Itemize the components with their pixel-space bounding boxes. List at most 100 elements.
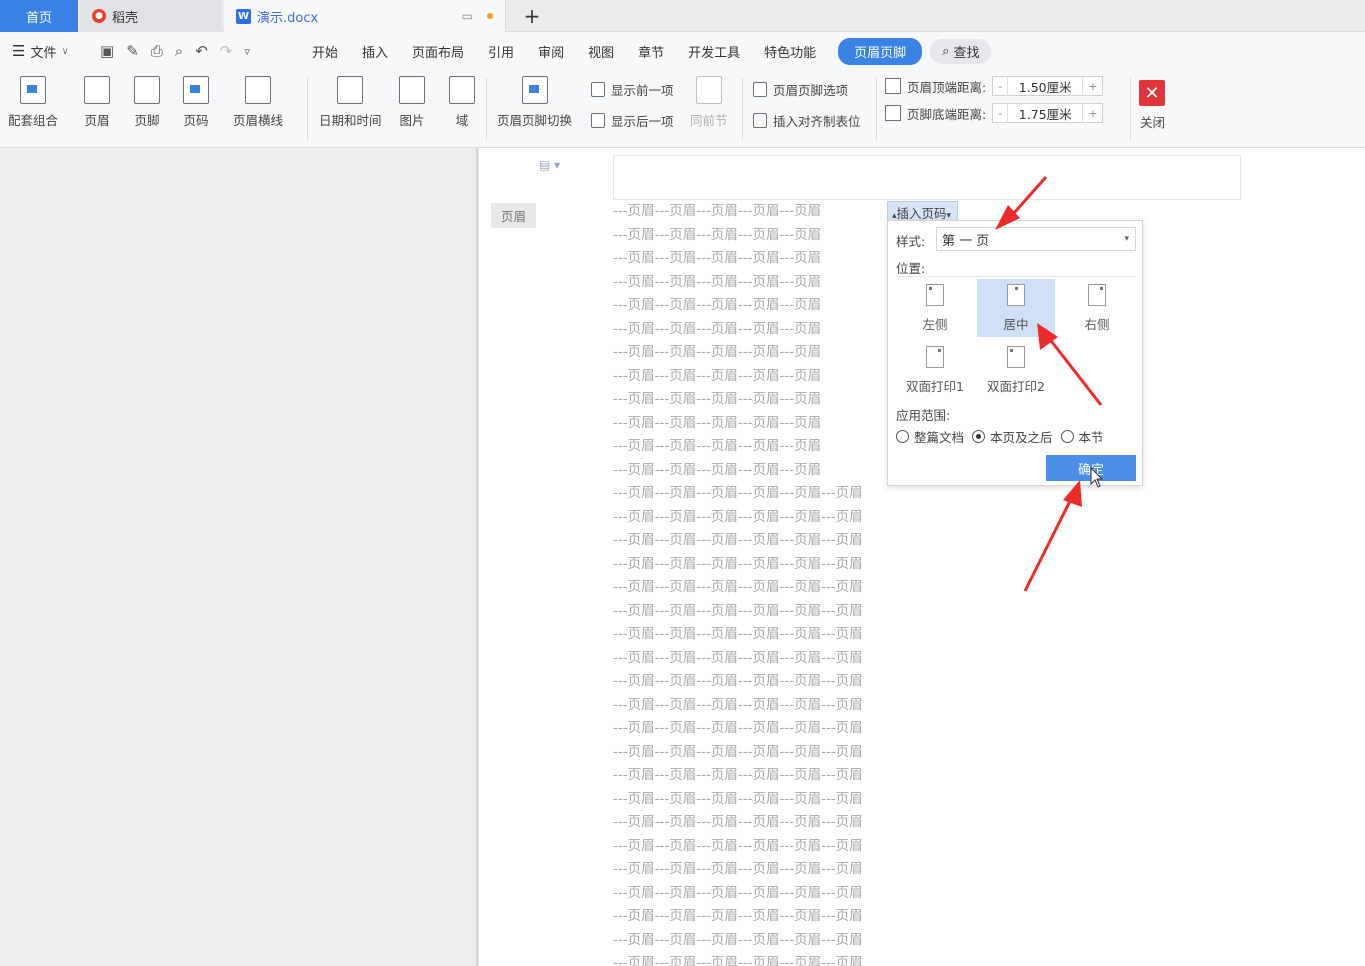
menu-item[interactable]: 审阅	[526, 42, 576, 61]
same-as-previous-button[interactable]: 同前节	[690, 76, 728, 129]
document-line[interactable]: ---页眉---页眉---页眉---页眉---页眉---页眉	[613, 952, 1033, 966]
document-line[interactable]: ---页眉---页眉---页眉---页眉---页眉---页眉	[613, 576, 1033, 600]
document-line[interactable]: ---页眉---页眉---页眉---页眉---页眉---页眉	[613, 694, 1033, 718]
document-line[interactable]: ---页眉---页眉---页眉---页眉---页眉	[613, 294, 886, 318]
matching-combo-icon	[20, 76, 46, 104]
position-duplex2-option[interactable]: 双面打印2	[977, 341, 1055, 399]
save-icon[interactable]: ▣	[100, 42, 114, 60]
field-button[interactable]: 域	[449, 76, 475, 129]
document-line[interactable]: ---页眉---页眉---页眉---页眉---页眉	[613, 318, 886, 342]
document-line[interactable]: ---页眉---页眉---页眉---页眉---页眉---页眉	[613, 553, 1033, 577]
document-line[interactable]: ---页眉---页眉---页眉---页眉---页眉---页眉	[613, 600, 1033, 624]
tab-home[interactable]: 首页	[0, 0, 78, 32]
menu-item[interactable]: 章节	[626, 42, 676, 61]
close-header-footer-button[interactable]: ✕	[1139, 80, 1165, 106]
insert-align-tab-label: 插入对齐制表位	[773, 114, 861, 129]
field-label: 域	[455, 113, 469, 128]
document-line[interactable]: ---页眉---页眉---页眉---页眉---页眉	[613, 412, 886, 436]
footer-distance-icon	[885, 105, 901, 121]
scope-this-page-after-radio[interactable]: 本页及之后	[972, 427, 1053, 446]
document-line[interactable]: ---页眉---页眉---页眉---页眉---页眉---页眉	[613, 647, 1033, 671]
customize-icon[interactable]: ▿	[244, 45, 250, 58]
document-line[interactable]: ---页眉---页眉---页眉---页眉---页眉---页眉	[613, 741, 1033, 765]
tab-daoke[interactable]: ● 稻壳	[80, 0, 222, 32]
insert-align-tab-button[interactable]: 插入对齐制表位	[753, 111, 861, 130]
scope-this-section-radio[interactable]: 本节	[1060, 427, 1104, 446]
document-line[interactable]: ---页眉---页眉---页眉---页眉---页眉	[613, 224, 886, 248]
document-line[interactable]: ---页眉---页眉---页眉---页眉---页眉---页眉	[613, 788, 1033, 812]
page-number-button[interactable]: 页码	[183, 76, 209, 129]
document-line[interactable]: ---页眉---页眉---页眉---页眉---页眉	[613, 365, 886, 389]
document-line[interactable]: ---页眉---页眉---页眉---页眉---页眉---页眉	[613, 882, 1033, 906]
tab-header-footer[interactable]: 页眉页脚	[838, 37, 923, 65]
format-painter-icon[interactable]: ✎	[126, 42, 139, 60]
position-left-option[interactable]: 左侧	[896, 279, 974, 337]
increment-button[interactable]: +	[1083, 107, 1102, 120]
document-line[interactable]: ---页眉---页眉---页眉---页眉---页眉	[613, 200, 886, 224]
menu-item[interactable]: 视图	[576, 42, 626, 61]
increment-button[interactable]: +	[1083, 80, 1102, 93]
menu-item[interactable]: 引用	[476, 42, 526, 61]
footer-bottom-distance-stepper[interactable]: - 1.75厘米 +	[992, 103, 1104, 123]
style-select[interactable]: 第 一 页 ▾	[936, 227, 1136, 251]
picture-button[interactable]: 图片	[399, 76, 425, 129]
document-line[interactable]: ---页眉---页眉---页眉---页眉---页眉---页眉	[613, 905, 1033, 929]
calendar-icon	[337, 76, 364, 104]
decrement-button[interactable]: -	[993, 80, 1007, 93]
document-line[interactable]: ---页眉---页眉---页眉---页眉---页眉---页眉	[613, 835, 1033, 859]
document-line[interactable]: ---页眉---页眉---页眉---页眉---页眉---页眉	[613, 623, 1033, 647]
document-line[interactable]: ---页眉---页眉---页眉---页眉---页眉---页眉	[613, 764, 1033, 788]
show-previous-label: 显示前一项	[611, 83, 674, 98]
date-time-button[interactable]: 日期和时间	[319, 76, 382, 129]
document-line[interactable]: ---页眉---页眉---页眉---页眉---页眉---页眉	[613, 811, 1033, 835]
menu-tabs: 开始 插入 页面布局 引用 审阅 视图 章节 开发工具 特色功能 页眉页脚 ⌕ …	[300, 37, 992, 65]
document-line[interactable]: ---页眉---页眉---页眉---页眉---页眉	[613, 435, 886, 459]
document-options-icon[interactable]: ▤ ▾	[539, 158, 560, 172]
header-top-distance-value[interactable]: 1.50厘米	[1007, 76, 1084, 96]
matching-combo-button[interactable]: 配套组合	[8, 76, 58, 129]
menu-item[interactable]: 页面布局	[400, 42, 476, 61]
menu-item[interactable]: 开发工具	[676, 42, 752, 61]
tab-document[interactable]: W 演示.docx ▭	[224, 0, 506, 32]
file-menu[interactable]: ☰ 文件 ∨	[0, 42, 92, 61]
header-area[interactable]	[613, 155, 1241, 200]
header-footer-switch-button[interactable]: 页眉页脚切换	[497, 76, 572, 129]
style-label: 样式:	[896, 234, 926, 249]
document-line[interactable]: ---页眉---页眉---页眉---页眉---页眉---页眉	[613, 670, 1033, 694]
new-tab-button[interactable]: +	[512, 0, 552, 32]
show-next-button[interactable]: 显示后一项	[591, 111, 674, 130]
show-previous-button[interactable]: 显示前一项	[591, 80, 674, 99]
document-line[interactable]: ---页眉---页眉---页眉---页眉---页眉	[613, 247, 886, 271]
chevron-down-icon: ▾	[1124, 234, 1129, 244]
position-duplex1-option[interactable]: 双面打印1	[896, 341, 974, 399]
document-line[interactable]: ---页眉---页眉---页眉---页眉---页眉	[613, 388, 886, 412]
document-line[interactable]: ---页眉---页眉---页眉---页眉---页眉---页眉	[613, 529, 1033, 553]
footer-bottom-distance-value[interactable]: 1.75厘米	[1007, 103, 1084, 123]
document-line[interactable]: ---页眉---页眉---页眉---页眉---页眉	[613, 459, 886, 483]
redo-icon[interactable]: ↷	[220, 42, 233, 60]
ok-button[interactable]: 确定	[1046, 455, 1136, 481]
search-button[interactable]: ⌕ 查找	[930, 38, 992, 64]
menu-item[interactable]: 开始	[300, 42, 350, 61]
decrement-button[interactable]: -	[993, 107, 1007, 120]
position-right-option[interactable]: 右侧	[1058, 279, 1136, 337]
position-center-option[interactable]: 居中	[977, 279, 1055, 337]
document-line[interactable]: ---页眉---页眉---页眉---页眉---页眉	[613, 341, 886, 365]
document-line[interactable]: ---页眉---页眉---页眉---页眉---页眉	[613, 271, 886, 295]
menu-item[interactable]: 插入	[350, 42, 400, 61]
print-preview-icon[interactable]: ⌕	[175, 42, 183, 60]
screen-icon[interactable]: ▭	[462, 9, 473, 23]
scope-whole-document-radio[interactable]: 整篇文档	[896, 427, 964, 446]
undo-icon[interactable]: ↶	[195, 42, 208, 60]
document-line[interactable]: ---页眉---页眉---页眉---页眉---页眉---页眉	[613, 717, 1033, 741]
document-line[interactable]: ---页眉---页眉---页眉---页眉---页眉---页眉	[613, 929, 1033, 953]
header-line-button[interactable]: 页眉横线	[233, 76, 283, 129]
document-line[interactable]: ---页眉---页眉---页眉---页眉---页眉---页眉	[613, 858, 1033, 882]
print-icon[interactable]: ⎙	[151, 42, 163, 60]
header-top-distance-stepper[interactable]: - 1.50厘米 +	[992, 76, 1104, 96]
document-line[interactable]: ---页眉---页眉---页眉---页眉---页眉---页眉	[613, 506, 1033, 530]
menu-item[interactable]: 特色功能	[752, 42, 828, 61]
header-footer-options-button[interactable]: 页眉页脚选项	[753, 80, 848, 99]
header-button[interactable]: 页眉	[84, 76, 110, 129]
footer-button[interactable]: 页脚	[134, 76, 160, 129]
